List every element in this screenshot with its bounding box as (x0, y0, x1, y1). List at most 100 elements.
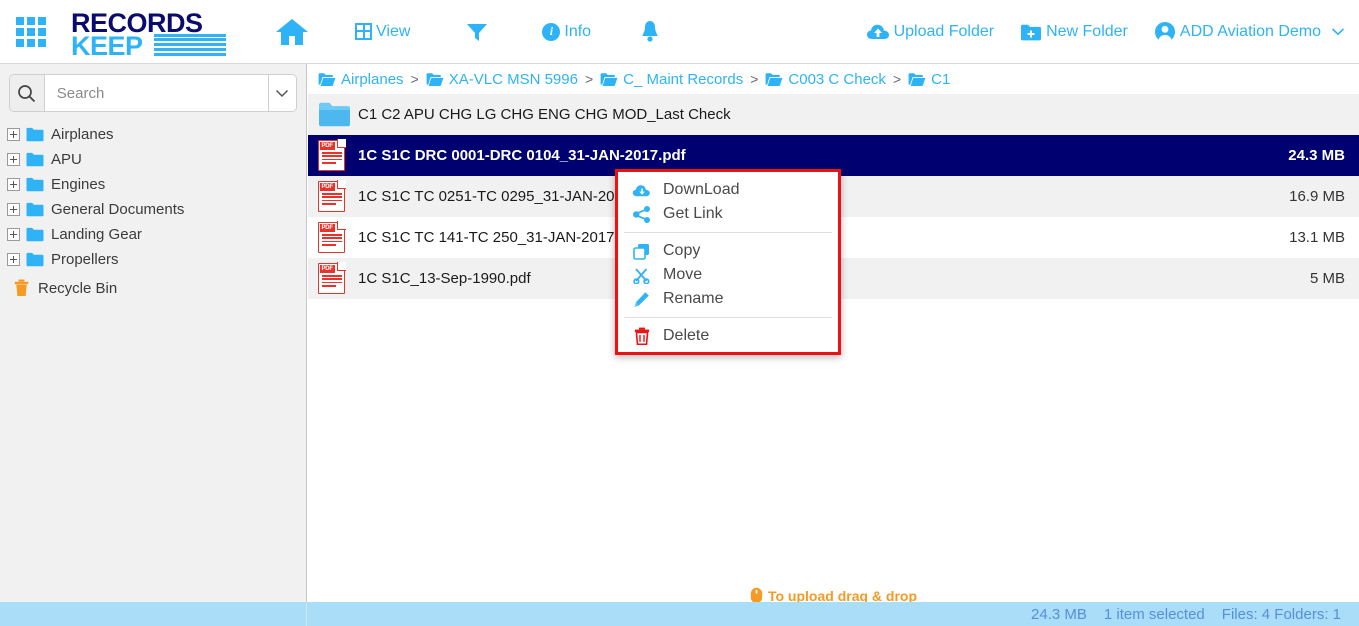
file-name: C1 C2 APU CHG LG CHG ENG CHG MOD_Last Ch… (358, 106, 1345, 123)
status-selection: 1 item selected (1104, 606, 1205, 623)
view-button[interactable]: View (355, 23, 410, 41)
notifications-button[interactable] (639, 20, 661, 44)
breadcrumb: Airplanes > XA-VLC MSN 5996 > C_ Maint R… (308, 64, 1359, 94)
context-menu-separator (624, 317, 832, 318)
status-bar: 24.3 MB 1 item selected Files: 4 Folders… (0, 602, 1359, 626)
status-bar-right: 24.3 MB 1 item selected Files: 4 Folders… (307, 606, 1359, 623)
breadcrumb-separator: > (411, 71, 419, 87)
info-button[interactable]: i Info (542, 23, 591, 41)
upload-folder-label: Upload Folder (894, 23, 995, 41)
home-icon[interactable] (271, 11, 313, 53)
chevron-down-icon (1331, 27, 1345, 37)
upload-cloud-icon (866, 22, 890, 42)
sidebar-item-label: APU (51, 151, 82, 168)
top-toolbar: RECORDS KEEP View i Info (0, 0, 1359, 64)
folder-icon (318, 101, 358, 128)
trash-delete-icon (632, 327, 651, 345)
recycle-bin-icon (14, 279, 29, 297)
context-menu-item-delete[interactable]: Delete (618, 324, 838, 348)
breadcrumb-item-airplanes[interactable]: Airplanes (318, 71, 404, 88)
file-size: 13.1 MB (1289, 229, 1359, 246)
context-menu-item-copy[interactable]: Copy (618, 239, 838, 263)
context-menu-label: Move (663, 266, 702, 284)
expand-icon[interactable] (7, 178, 20, 191)
breadcrumb-separator: > (750, 71, 758, 87)
chevron-down-icon (275, 89, 289, 98)
search-input[interactable] (45, 75, 268, 111)
app-logo[interactable]: RECORDS KEEP (71, 7, 231, 57)
context-menu-separator (624, 232, 832, 233)
sidebar-item-apu[interactable]: APU (0, 147, 306, 172)
breadcrumb-item-c-maint-records[interactable]: C_ Maint Records (600, 71, 743, 88)
view-label: View (376, 23, 410, 41)
breadcrumb-item-c003-c-check[interactable]: C003 C Check (765, 71, 886, 88)
breadcrumb-item-c1[interactable]: C1 (908, 71, 950, 88)
open-folder-icon (765, 72, 783, 87)
folder-icon (26, 177, 44, 192)
expand-icon[interactable] (7, 128, 20, 141)
sidebar-item-recycle-bin[interactable]: Recycle Bin (0, 275, 306, 301)
account-menu[interactable]: ADD Aviation Demo (1154, 21, 1345, 43)
sidebar-item-label: Landing Gear (51, 226, 142, 243)
search-box (9, 74, 297, 112)
pdf-file-icon: PDF (318, 263, 358, 294)
sidebar-item-label: Engines (51, 176, 105, 193)
pdf-file-icon: PDF (318, 140, 358, 171)
info-icon: i (542, 23, 560, 41)
context-menu-item-move[interactable]: Move (618, 263, 838, 287)
folder-icon (26, 152, 44, 167)
breadcrumb-item-xa-vlc-msn-5996[interactable]: XA-VLC MSN 5996 (426, 71, 578, 88)
sidebar-item-propellers[interactable]: Propellers (0, 247, 306, 272)
logo-stripes (154, 34, 226, 56)
sidebar: Airplanes APU Engines (0, 64, 307, 602)
pdf-file-icon: PDF (318, 222, 358, 253)
context-menu-label: Copy (663, 242, 700, 260)
open-folder-icon (908, 72, 926, 87)
context-menu-label: Rename (663, 290, 723, 308)
expand-icon[interactable] (7, 153, 20, 166)
file-name: 1C S1C DRC 0001-DRC 0104_31-JAN-2017.pdf (358, 147, 1288, 164)
table-row[interactable]: C1 C2 APU CHG LG CHG ENG CHG MOD_Last Ch… (308, 94, 1359, 135)
sidebar-item-label: Propellers (51, 251, 119, 268)
upload-folder-button[interactable]: Upload Folder (866, 22, 995, 42)
grid-apps-icon[interactable] (14, 15, 48, 49)
notification-bell-icon (639, 20, 661, 44)
folder-icon (26, 127, 44, 142)
user-account-icon (1154, 21, 1176, 43)
status-counts: Files: 4 Folders: 1 (1222, 606, 1341, 623)
search-icon (17, 84, 36, 103)
folder-icon (26, 202, 44, 217)
file-size: 24.3 MB (1288, 147, 1359, 164)
expand-icon[interactable] (7, 203, 20, 216)
search-options-dropdown[interactable] (268, 75, 296, 111)
filter-button[interactable] (466, 22, 488, 42)
new-folder-label: New Folder (1046, 23, 1128, 41)
sidebar-item-engines[interactable]: Engines (0, 172, 306, 197)
sidebar-item-general-documents[interactable]: General Documents (0, 197, 306, 222)
breadcrumb-label: C003 C Check (788, 71, 886, 88)
grid-view-icon (355, 23, 372, 40)
status-bar-left (0, 602, 307, 626)
new-folder-button[interactable]: New Folder (1020, 23, 1128, 42)
top-right-actions: Upload Folder New Folder ADD Aviation De… (866, 0, 1345, 64)
breadcrumb-separator: > (893, 71, 901, 87)
breadcrumb-label: XA-VLC MSN 5996 (449, 71, 578, 88)
pencil-rename-icon (632, 291, 651, 308)
sidebar-item-airplanes[interactable]: Airplanes (0, 122, 306, 147)
search-button[interactable] (10, 75, 45, 111)
context-menu-label: DownLoad (663, 181, 740, 199)
context-menu-item-get-link[interactable]: Get Link (618, 202, 838, 226)
records-keep-window: RECORDS KEEP View i Info (0, 0, 1359, 626)
context-menu-item-rename[interactable]: Rename (618, 287, 838, 311)
context-menu-item-download[interactable]: DownLoad (618, 178, 838, 202)
sidebar-item-landing-gear[interactable]: Landing Gear (0, 222, 306, 247)
open-folder-icon (600, 72, 618, 87)
status-size: 24.3 MB (1031, 606, 1087, 623)
expand-icon[interactable] (7, 253, 20, 266)
sidebar-item-label: General Documents (51, 201, 184, 218)
breadcrumb-label: C1 (931, 71, 950, 88)
pdf-file-icon: PDF (318, 181, 358, 212)
folder-icon (26, 227, 44, 242)
info-label: Info (564, 23, 591, 41)
expand-icon[interactable] (7, 228, 20, 241)
